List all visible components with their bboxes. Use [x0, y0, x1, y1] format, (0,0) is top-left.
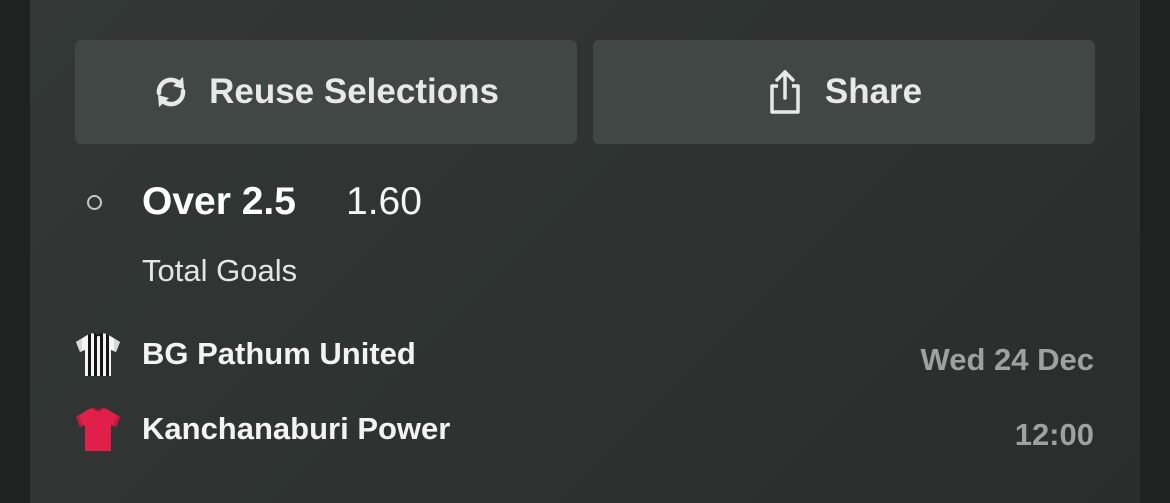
reuse-selections-label: Reuse Selections — [209, 72, 499, 111]
share-icon — [766, 69, 804, 115]
away-team-name: Kanchanaburi Power — [142, 411, 451, 446]
refresh-icon — [153, 73, 189, 111]
market-name: Total Goals — [142, 253, 298, 288]
home-team-name: BG Pathum United — [142, 336, 416, 371]
bet-card: Reuse Selections Share Over 2.5 1.60 Tot… — [30, 0, 1140, 503]
striped-shirt-icon — [76, 332, 120, 376]
share-button[interactable]: Share — [593, 40, 1095, 144]
event-date: Wed 24 Dec — [920, 342, 1094, 377]
selection-odds: 1.60 — [346, 180, 422, 223]
share-label: Share — [824, 72, 923, 111]
red-shirt-icon — [76, 407, 120, 451]
event-time: 12:00 — [1014, 417, 1094, 452]
reuse-selections-button[interactable]: Reuse Selections — [75, 40, 577, 144]
selection-name: Over 2.5 — [142, 180, 296, 223]
open-circle-icon — [87, 195, 102, 210]
